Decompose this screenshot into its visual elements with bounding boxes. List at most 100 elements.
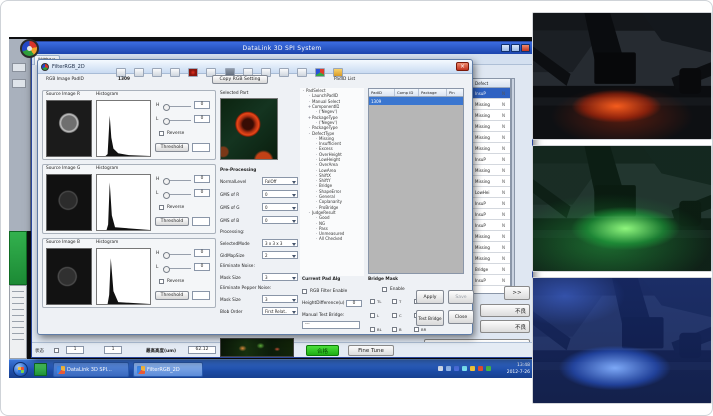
- bridge-mask-cell[interactable]: BL: [370, 327, 390, 334]
- l-value-box[interactable]: 0: [194, 189, 210, 197]
- defect-row[interactable]: LowHei N: [473, 187, 510, 198]
- reverse-checkbox[interactable]: [159, 279, 164, 284]
- mark-ng-button[interactable]: 不良: [480, 304, 530, 317]
- dialog-titlebar[interactable]: FilterRGB_2D ×: [38, 60, 472, 74]
- bridge-cell-checkbox[interactable]: [392, 313, 397, 318]
- l-value-box[interactable]: 0: [194, 115, 210, 123]
- h-value-box[interactable]: 0: [194, 249, 210, 257]
- bridge-cell-checkbox[interactable]: [370, 313, 375, 318]
- close-dialog-button[interactable]: Close: [448, 310, 474, 324]
- defect-row[interactable]: Missing N: [473, 132, 510, 143]
- threshold-button[interactable]: Threshold: [155, 143, 189, 152]
- defect-row[interactable]: InsuP N: [473, 198, 510, 209]
- record-icon[interactable]: [188, 68, 198, 77]
- defect-row[interactable]: Missing N: [473, 99, 510, 110]
- mask-size-dropdown-1[interactable]: 3: [262, 273, 298, 281]
- start-button[interactable]: [13, 362, 28, 377]
- maximize-button[interactable]: [511, 44, 520, 52]
- taskbar-button-filterrgb[interactable]: FilterRGB_2D: [133, 362, 203, 377]
- gldmapsize-dropdown[interactable]: 2: [262, 251, 298, 259]
- save-button[interactable]: Save: [448, 290, 474, 304]
- bridge-mask-cell[interactable]: B: [392, 327, 412, 334]
- bridge-mask-enable-checkbox[interactable]: [382, 287, 387, 292]
- h-value-box[interactable]: 0: [194, 175, 210, 183]
- bridge-mask-cell[interactable]: T: [392, 299, 412, 306]
- manual-test-bridge-input[interactable]: ---: [302, 321, 360, 329]
- blob-order-dropdown[interactable]: First Relat..: [262, 307, 298, 315]
- defect-list-scrollbar[interactable]: [511, 78, 515, 294]
- bridge-cell-checkbox[interactable]: [392, 299, 397, 304]
- selectedmode-dropdown[interactable]: 3 x 3 x 3: [262, 239, 298, 247]
- draw-icon[interactable]: [279, 68, 289, 77]
- pass-button[interactable]: 合格: [306, 345, 339, 356]
- minimize-button[interactable]: [501, 44, 510, 52]
- defect-row[interactable]: Missing N: [473, 110, 510, 121]
- status-checkbox[interactable]: [54, 348, 59, 353]
- next-page-button[interactable]: >>: [504, 286, 530, 300]
- defect-row[interactable]: Missing N: [473, 143, 510, 154]
- dialog-close-button[interactable]: ×: [456, 62, 469, 71]
- defect-row[interactable]: InsuP N: [473, 154, 510, 165]
- open-icon[interactable]: [116, 68, 126, 77]
- l-slider[interactable]: [163, 268, 191, 269]
- threshold-button[interactable]: Threshold: [155, 291, 189, 300]
- threshold-button[interactable]: Threshold: [155, 217, 189, 226]
- bridge-cell-checkbox[interactable]: [414, 327, 419, 332]
- mask-size-dropdown-2[interactable]: 3: [262, 295, 298, 303]
- copy-rgb-setting-button[interactable]: Copy RGB Setting: [212, 75, 268, 84]
- height-difference-value[interactable]: 0: [346, 300, 362, 307]
- rgb-filter-enable-checkbox[interactable]: [302, 289, 307, 294]
- l-slider[interactable]: [163, 194, 191, 195]
- reverse-checkbox[interactable]: [159, 131, 164, 136]
- threshold-value-box[interactable]: [192, 143, 210, 152]
- fine-tune-button[interactable]: Fine Tune: [348, 345, 394, 356]
- tree-item[interactable]: · All Checked: [300, 236, 364, 241]
- defect-row[interactable]: InsuP N: [473, 88, 510, 99]
- defect-row[interactable]: InsuP N: [473, 220, 510, 231]
- taskbar-button-datalink[interactable]: DataLink 3D SPI...: [53, 362, 129, 377]
- padid-table-selected-row[interactable]: 1309: [369, 97, 463, 105]
- defect-row[interactable]: Missing N: [473, 121, 510, 132]
- palette-icon[interactable]: [315, 68, 325, 77]
- bridge-cell-checkbox[interactable]: [370, 327, 375, 332]
- l-slider[interactable]: [163, 120, 191, 121]
- measure-icon[interactable]: [297, 68, 307, 77]
- h-slider[interactable]: [163, 106, 191, 107]
- bridge-mask-cell[interactable]: C: [392, 313, 412, 320]
- gms-g-dropdown[interactable]: 0: [262, 203, 298, 211]
- close-button[interactable]: [521, 44, 530, 52]
- defect-row[interactable]: Missing N: [473, 176, 510, 187]
- bridge-cell-checkbox[interactable]: [392, 327, 397, 332]
- threshold-value-box[interactable]: [192, 291, 210, 300]
- gms-r-dropdown[interactable]: 0: [262, 190, 298, 198]
- defect-row[interactable]: Bridge N: [473, 264, 510, 275]
- paste-icon[interactable]: [170, 68, 180, 77]
- normallevel-dropdown[interactable]: FalOff: [262, 177, 298, 185]
- taskbar-clock[interactable]: 13:48 2012-7-26: [507, 362, 530, 376]
- defect-row[interactable]: Missing N: [473, 231, 510, 242]
- defect-row[interactable]: InsuP N: [473, 209, 510, 220]
- threshold-value-box[interactable]: [192, 217, 210, 226]
- quick-launch-icon[interactable]: [34, 363, 47, 376]
- test-bridge-button[interactable]: Test Bridge: [416, 310, 444, 326]
- h-value-box[interactable]: 0: [194, 101, 210, 109]
- defect-row[interactable]: Missing N: [473, 242, 510, 253]
- bridge-mask-cell[interactable]: L: [370, 313, 390, 320]
- defect-row[interactable]: InsuP N: [473, 275, 510, 286]
- bridge-mask-cell[interactable]: TL: [370, 299, 390, 306]
- save-icon[interactable]: [134, 68, 144, 77]
- defect-row[interactable]: Missing N: [473, 165, 510, 176]
- board-ng-button[interactable]: 不良: [480, 320, 530, 333]
- window-titlebar[interactable]: DataLink 3D SPI System: [32, 42, 532, 54]
- bridge-cell-checkbox[interactable]: [370, 299, 375, 304]
- l-value-box[interactable]: 0: [194, 263, 210, 271]
- help-icon[interactable]: [333, 68, 343, 77]
- defect-row[interactable]: Missing N: [473, 253, 510, 264]
- reverse-checkbox[interactable]: [159, 205, 164, 210]
- gms-b-dropdown[interactable]: 0: [262, 216, 298, 224]
- copy-icon[interactable]: [152, 68, 162, 77]
- bridge-mask-cell[interactable]: BR: [414, 327, 434, 334]
- h-slider[interactable]: [163, 180, 191, 181]
- h-slider[interactable]: [163, 254, 191, 255]
- apply-button[interactable]: Apply: [416, 290, 444, 304]
